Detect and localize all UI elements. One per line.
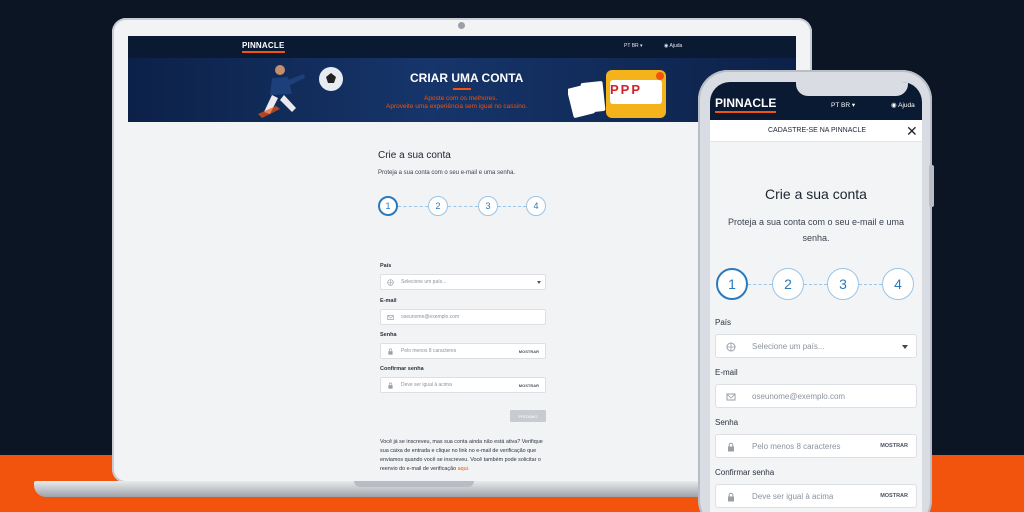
form-heading: Crie a sua conta (765, 186, 867, 202)
password-label: Senha (380, 332, 397, 338)
email-placeholder: oseunome@exemplo.com (401, 314, 460, 320)
slot-reels-text: PPP (610, 82, 643, 97)
verification-note: Você já se inscreveu, mas sua conta aind… (380, 438, 546, 472)
password-field[interactable]: Pelo menos 8 caracteres MOSTRAR (380, 343, 546, 359)
resend-verification-link[interactable]: aqui. (458, 466, 470, 472)
email-label: E-mail (380, 298, 397, 304)
show-password-button[interactable]: MOSTRAR (880, 443, 908, 449)
help-icon: ◉ (891, 102, 897, 109)
password-field[interactable]: Pelo menos 8 caracteres MOSTRAR (715, 434, 917, 458)
country-placeholder: Selecione um país... (752, 342, 825, 351)
step-indicator: 1 2 3 4 (716, 268, 918, 302)
step-4: 4 (882, 268, 914, 300)
help-link[interactable]: ◉ Ajuda (664, 43, 682, 49)
lock-icon (388, 382, 393, 389)
confirm-password-field[interactable]: Deve ser igual à acima MOSTRAR (715, 484, 917, 508)
email-label: E-mail (715, 368, 738, 377)
form-description: Proteja a sua conta com o seu e-mail e u… (727, 217, 905, 243)
email-field[interactable]: oseunome@exemplo.com (715, 384, 917, 408)
confirm-password-label: Confirmar senha (715, 468, 775, 477)
form-heading: Crie a sua conta (378, 150, 451, 161)
step-connector (804, 284, 827, 285)
banner-title: CRIAR UMA CONTA (410, 71, 524, 85)
phone-screen: PINNACLE PT BR ▾ ◉ Ajuda CADASTRE-SE NA … (710, 82, 922, 512)
help-label: Ajuda (669, 43, 683, 49)
step-1: 1 (378, 196, 398, 216)
pinnacle-logo[interactable]: PINNACLE (715, 96, 777, 113)
promo-banner: CRIAR UMA CONTA Aposte com os melhores. … (128, 58, 796, 122)
form-description: Proteja a sua conta com o seu e-mail e u… (378, 170, 516, 176)
chevron-down-icon (902, 345, 908, 349)
step-2: 2 (428, 196, 448, 216)
laptop-notch (354, 481, 474, 487)
step-3: 3 (827, 268, 859, 300)
laptop-screen: PINNACLE PT BR ▾ ◉ Ajuda CRIAR UMA CONTA… (128, 36, 796, 472)
phone-notch (796, 82, 908, 96)
pinnacle-logo[interactable]: PINNACLE (242, 41, 285, 53)
phone-side-button (929, 165, 934, 207)
signup-header-bar: CADASTRE-SE NA PINNACLE ✕ (710, 120, 922, 142)
confirm-password-placeholder: Deve ser igual à acima (401, 382, 452, 388)
banner-subtitle-2: Aproveite uma experiência sem igual no c… (386, 103, 528, 110)
banner-subtitle-1: Aposte com os melhores. (424, 95, 498, 102)
next-button[interactable]: PRÓXIMO (510, 410, 546, 422)
password-placeholder: Pelo menos 8 caracteres (401, 348, 457, 354)
soccer-ball-icon (319, 67, 343, 91)
step-connector (498, 206, 526, 207)
step-indicator: 1 2 3 4 (378, 196, 548, 218)
globe-icon (387, 279, 394, 286)
signup-header-title: CADASTRE-SE NA PINNACLE (768, 127, 867, 134)
help-icon: ◉ (664, 43, 669, 49)
step-2: 2 (772, 268, 804, 300)
laptop-navbar: PINNACLE PT BR ▾ ◉ Ajuda (128, 36, 796, 58)
step-connector (448, 206, 478, 207)
confirm-password-placeholder: Deve ser igual à acima (752, 492, 834, 501)
country-label: País (715, 318, 732, 327)
step-connector (859, 284, 882, 285)
signup-form: Crie a sua conta Proteja a sua conta com… (378, 150, 548, 472)
show-password-button[interactable]: MOSTRAR (519, 349, 539, 354)
camera-icon (458, 22, 465, 29)
country-label: País (380, 263, 392, 269)
language-selector[interactable]: PT BR ▾ (624, 43, 643, 49)
language-selector[interactable]: PT BR ▾ (831, 101, 855, 109)
country-select[interactable]: Selecione um país... (715, 334, 917, 358)
lock-icon (388, 348, 393, 355)
step-connector (398, 206, 428, 207)
step-3: 3 (478, 196, 498, 216)
show-confirm-password-button[interactable]: MOSTRAR (519, 383, 539, 388)
step-1: 1 (716, 268, 748, 300)
password-placeholder: Pelo menos 8 caracteres (752, 442, 841, 451)
mail-icon (387, 315, 394, 320)
chevron-down-icon (537, 281, 541, 284)
close-icon[interactable]: ✕ (906, 123, 918, 140)
step-4: 4 (526, 196, 546, 216)
email-placeholder: oseunome@exemplo.com (752, 392, 846, 401)
step-connector (748, 284, 772, 285)
help-link[interactable]: ◉ Ajuda (891, 101, 915, 109)
country-select[interactable]: Selecione um país... (380, 274, 546, 290)
globe-icon (726, 342, 736, 352)
banner-divider (453, 88, 471, 90)
lock-icon (728, 442, 734, 452)
help-label: Ajuda (898, 102, 915, 109)
password-label: Senha (715, 418, 739, 427)
email-field[interactable]: oseunome@exemplo.com (380, 309, 546, 325)
football-player-illustration (258, 65, 305, 118)
confirm-password-label: Confirmar senha (380, 366, 424, 372)
show-confirm-password-button[interactable]: MOSTRAR (880, 493, 908, 499)
country-placeholder: Selecione um país... (401, 279, 447, 285)
confirm-password-field[interactable]: Deve ser igual à acima MOSTRAR (380, 377, 546, 393)
lock-icon (728, 492, 734, 502)
mail-icon (726, 393, 736, 401)
